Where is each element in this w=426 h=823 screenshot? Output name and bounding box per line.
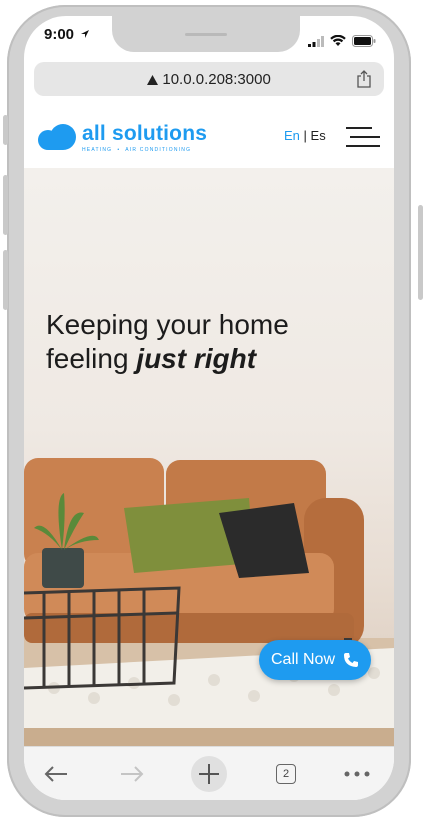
volume-up-button <box>3 175 8 235</box>
browser-toolbar: 2 <box>24 746 394 800</box>
tagline-prefix: feeling <box>46 343 137 374</box>
plus-icon <box>199 764 219 784</box>
new-tab-button[interactable] <box>191 756 227 792</box>
back-arrow-icon[interactable] <box>44 765 68 783</box>
location-arrow-icon <box>81 30 90 38</box>
tagline-emphasis: just right <box>136 343 257 374</box>
phone-icon <box>344 653 358 667</box>
status-time: 9:00 <box>44 26 90 50</box>
lang-separator: | <box>303 128 307 143</box>
wifi-icon <box>330 35 346 46</box>
url-text: 10.0.0.208:3000 <box>162 71 271 88</box>
brand-name: all solutions <box>82 122 208 145</box>
url-display[interactable]: 10.0.0.208:3000 <box>34 71 384 88</box>
tab-switcher-button[interactable]: 2 <box>276 764 296 784</box>
lang-es-link[interactable]: Es <box>311 128 326 143</box>
call-now-label: Call Now <box>270 651 335 668</box>
brand-tagline: HEATING • AIR CONDITIONING <box>82 147 192 153</box>
battery-icon <box>352 35 376 47</box>
mute-switch <box>3 115 8 145</box>
forward-arrow-icon[interactable] <box>120 765 144 783</box>
warning-triangle-icon <box>147 75 159 85</box>
hero-tagline: Keeping your home feeling just right <box>46 308 289 376</box>
site-header: all solutions HEATING • AIR CONDITIONING… <box>24 106 394 168</box>
time-text: 9:00 <box>44 26 75 43</box>
hamburger-menu-icon[interactable] <box>346 126 380 148</box>
tagline-line2: feeling just right <box>46 342 289 376</box>
lang-en-link[interactable]: En <box>284 128 300 143</box>
more-options-icon[interactable] <box>344 771 370 777</box>
phone-screen: 9:00 10.0.0.208:3000 all solutions HEATI… <box>24 16 394 800</box>
share-icon[interactable] <box>356 70 372 88</box>
call-now-button[interactable]: Call Now <box>259 640 371 680</box>
power-button <box>418 205 423 300</box>
tab-count: 2 <box>282 768 290 780</box>
signal-icon <box>308 35 324 47</box>
hero-section: Keeping your home feeling just right Cal… <box>24 168 394 746</box>
cloud-logo-icon <box>38 124 76 150</box>
status-icons <box>308 29 376 53</box>
volume-down-button <box>3 250 8 310</box>
language-switcher: En | Es <box>284 128 326 143</box>
brand-logo[interactable]: all solutions HEATING • AIR CONDITIONING <box>38 122 238 158</box>
address-bar[interactable]: 10.0.0.208:3000 <box>34 62 384 96</box>
notch <box>112 16 300 52</box>
tagline-line1: Keeping your home <box>46 309 289 340</box>
